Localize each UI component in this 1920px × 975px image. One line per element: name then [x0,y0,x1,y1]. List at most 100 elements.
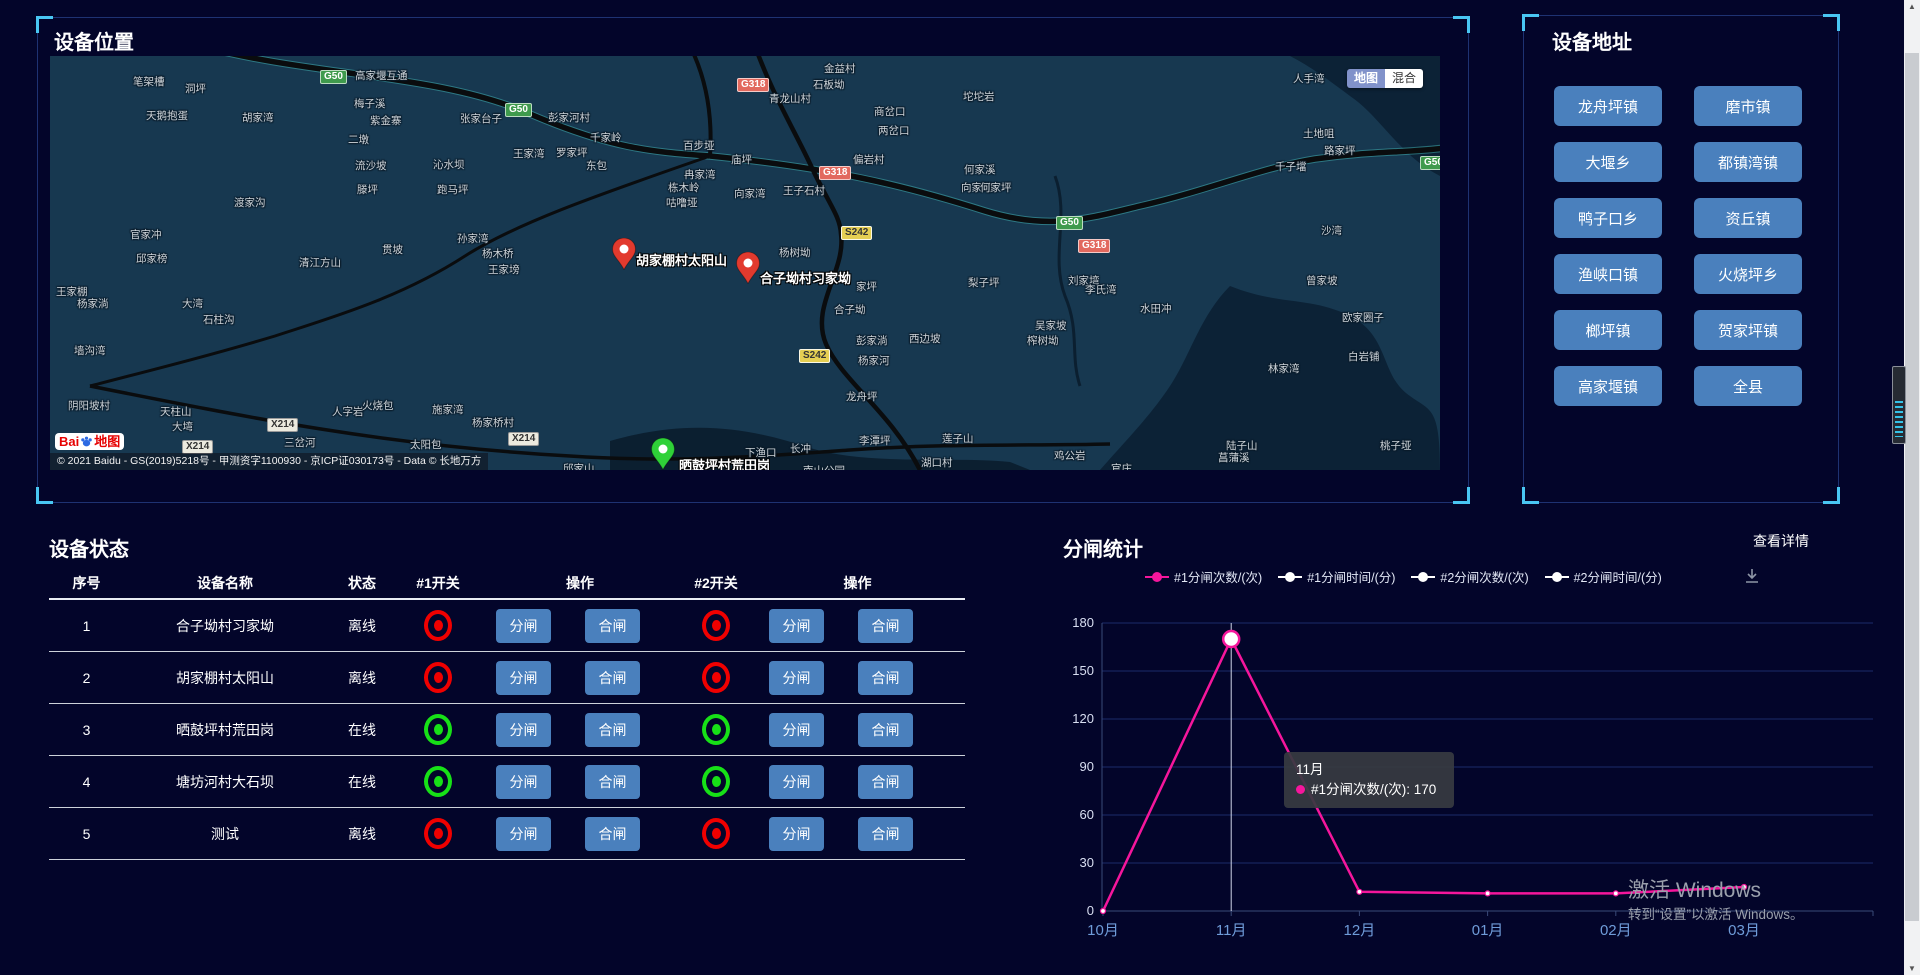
device-name: 塘坊河村大石坝 [124,772,326,792]
address-button[interactable]: 磨市镇 [1694,86,1802,126]
svg-text:03月: 03月 [1728,922,1760,939]
corner-decoration [36,16,53,33]
dashboard: 设备位置 笔架槽洞坪高家堰互通梅子溪紫金寨天鹅抱蛋胡家湾二墩张家台子彭家河村千家… [0,0,1920,975]
svg-text:90: 90 [1080,759,1094,774]
map-place-label: 榨树坳 [1027,333,1059,348]
map-type-hybrid[interactable]: 混合 [1385,69,1423,88]
map-place-label: 王家湾 [513,146,545,161]
header-cell: #2开关 [682,573,750,593]
road-shield: G50 [1056,216,1083,230]
map-place-label: 白岩铺 [1348,349,1380,364]
chart-legend: #1分闸次数/(次) #1分闸时间/(分) #2分闸次数/(次) #2分闸时间/(分) [1145,567,1662,586]
open-button[interactable]: 分闸 [769,765,824,799]
map-place-label: 土地咀 [1303,126,1335,141]
scrollbar-thumb[interactable] [1905,53,1919,921]
scrollbar-up-arrow[interactable]: ▲ [1904,2,1920,11]
map-attribution: © 2021 Baidu - GS(2019)5218号 - 甲测资字11009… [50,453,488,470]
close-button[interactable]: 合闸 [585,713,640,747]
address-button[interactable]: 高家堰镇 [1554,366,1662,406]
header-cell: 操作 [750,573,965,593]
map-place-label: 罗家坪 [556,145,588,160]
device-status: 离线 [326,824,398,844]
map-place-label: 栋木岭 [668,180,700,195]
svg-text:120: 120 [1072,711,1094,726]
map-place-label: 青龙山村 [769,91,811,106]
table-row: 2胡家棚村太阳山离线分闸合闸分闸合闸 [49,652,965,704]
close-button[interactable]: 合闸 [858,713,913,747]
map-place-label: 滕坪 [357,182,378,197]
legend-item[interactable]: #2分闸时间/(分) [1545,567,1662,586]
device-status: 在线 [326,772,398,792]
scrollbar[interactable]: ▲ ▼ [1904,0,1920,975]
header-cell: 操作 [478,573,682,593]
close-button[interactable]: 合闸 [585,817,640,851]
download-icon[interactable] [1742,566,1762,586]
map-place-label: 石柱沟 [203,312,235,327]
address-button[interactable]: 龙舟坪镇 [1554,86,1662,126]
open-button[interactable]: 分闸 [496,765,551,799]
map-place-label: 王家塝 [488,262,520,277]
road-shield: G318 [1078,239,1110,253]
address-button[interactable]: 都镇湾镇 [1694,142,1802,182]
open-button[interactable]: 分闸 [496,713,551,747]
map-place-label: 二墩 [348,132,369,147]
open-button[interactable]: 分闸 [769,817,824,851]
view-details-link[interactable]: 查看详情 [1753,531,1809,551]
address-button[interactable]: 鸭子口乡 [1554,198,1662,238]
baidu-map[interactable]: 笔架槽洞坪高家堰互通梅子溪紫金寨天鹅抱蛋胡家湾二墩张家台子彭家河村千家岭王家湾罗… [50,56,1440,470]
map-place-label: 千家岭 [590,130,622,145]
map-place-label: 湖口村 [921,455,953,470]
road-shield: X214 [508,432,539,446]
map-place-label: 彭家河村 [548,110,590,125]
address-button[interactable]: 贺家坪镇 [1694,310,1802,350]
map-type-map[interactable]: 地图 [1347,69,1385,88]
scrollbar-down-arrow[interactable]: ▼ [1904,964,1920,973]
legend-item[interactable]: #1分闸次数/(次) [1145,567,1262,586]
open-button[interactable]: 分闸 [769,713,824,747]
open-button[interactable]: 分闸 [769,661,824,695]
close-button[interactable]: 合闸 [858,661,913,695]
map-pin-red[interactable] [612,238,636,270]
corner-decoration [1453,16,1470,33]
map-place-label: 阴阳坡村 [68,398,110,413]
svg-text:10月: 10月 [1087,922,1119,939]
close-button[interactable]: 合闸 [858,765,913,799]
close-button[interactable]: 合闸 [585,661,640,695]
address-button[interactable]: 全县 [1694,366,1802,406]
map-place-label: 杨家桥村 [472,415,514,430]
corner-decoration [1823,487,1840,504]
open-button[interactable]: 分闸 [496,661,551,695]
map-place-label: 杨树坳 [779,245,811,260]
switch-indicator-green [702,714,730,745]
map-place-label: 金益村 [824,61,856,76]
address-button[interactable]: 火烧坪乡 [1694,254,1802,294]
map-pin-red[interactable] [736,252,760,284]
map-pin-green[interactable] [651,438,675,470]
legend-item[interactable]: #1分闸时间/(分) [1278,567,1395,586]
table-row: 4塘坊河村大石坝在线分闸合闸分闸合闸 [49,756,965,808]
map-place-label: 胡家湾 [242,110,274,125]
close-button[interactable]: 合闸 [585,609,640,643]
close-button[interactable]: 合闸 [858,609,913,643]
map-place-label: 高家堰互通 [355,68,408,83]
open-button[interactable]: 分闸 [769,609,824,643]
row-index: 2 [49,670,124,686]
row-index: 3 [49,722,124,738]
close-button[interactable]: 合闸 [858,817,913,851]
open-button[interactable]: 分闸 [496,609,551,643]
chart-canvas[interactable]: 030609012015018010月11月12月01月02月03月 [1040,610,1890,945]
map-place-label: 莲子山 [942,431,974,446]
address-button[interactable]: 大堰乡 [1554,142,1662,182]
header-cell: 状态 [326,573,398,593]
open-button[interactable]: 分闸 [496,817,551,851]
address-button[interactable]: 资丘镇 [1694,198,1802,238]
device-status: 离线 [326,616,398,636]
close-button[interactable]: 合闸 [585,765,640,799]
map-place-label: 李氏湾 [1085,282,1117,297]
map-place-label: 邱家山 [563,461,595,470]
switch-indicator-red [702,662,730,693]
address-button[interactable]: 榔坪镇 [1554,310,1662,350]
address-button[interactable]: 渔峡口镇 [1554,254,1662,294]
legend-item[interactable]: #2分闸次数/(次) [1411,567,1528,586]
device-status-table: 序号设备名称状态#1开关操作#2开关操作 1合子坳村习家坳离线分闸合闸分闸合闸2… [49,568,965,860]
